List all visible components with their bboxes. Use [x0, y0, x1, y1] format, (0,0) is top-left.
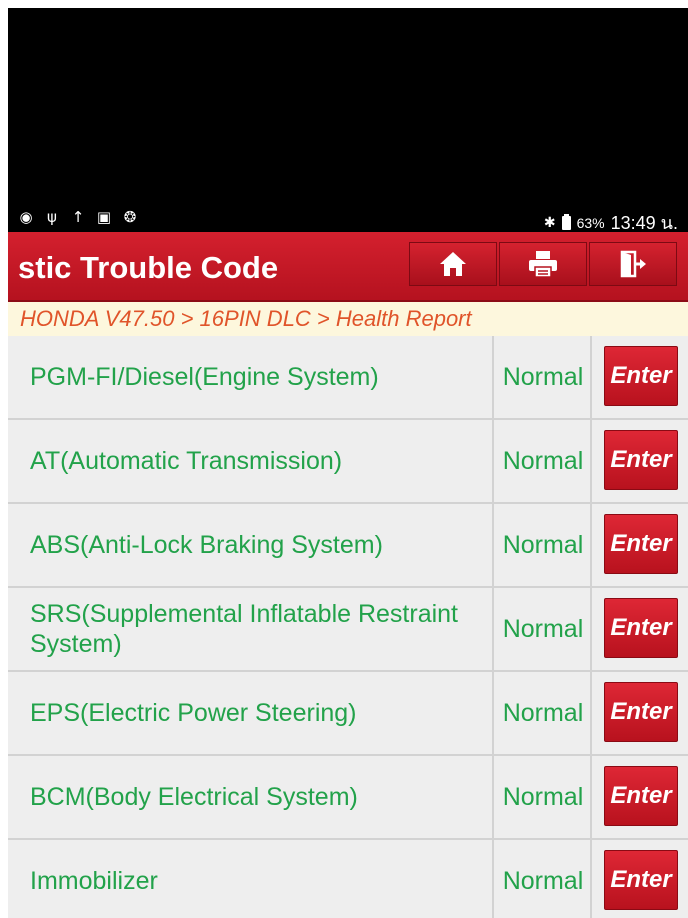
system-row: Immobilizer Normal Enter: [8, 840, 688, 918]
enter-button[interactable]: Enter: [604, 850, 678, 910]
system-row: EPS(Electric Power Steering) Normal Ente…: [8, 672, 688, 756]
system-list: PGM-FI/Diesel(Engine System) Normal Ente…: [8, 336, 688, 918]
system-row: SRS(Supplemental Inflatable Restraint Sy…: [8, 588, 688, 672]
page-title: stic Trouble Code: [18, 250, 279, 285]
title-bar: stic Trouble Code: [8, 232, 688, 302]
bluetooth-icon: ✱: [543, 214, 556, 230]
enter-button[interactable]: Enter: [604, 598, 678, 658]
print-button[interactable]: [499, 242, 587, 286]
enter-button[interactable]: Enter: [604, 682, 678, 742]
system-name: PGM-FI/Diesel(Engine System): [8, 336, 494, 418]
system-status: Normal: [496, 504, 592, 586]
exit-button[interactable]: [589, 242, 677, 286]
chat-icon: ◉: [19, 208, 33, 226]
system-name: ABS(Anti-Lock Braking System): [8, 504, 494, 586]
system-status: Normal: [496, 840, 592, 918]
app-screen: ◉ ψ ↑ ▣ ❂ ✱ 63% 13:49 น. stic Trouble Co…: [8, 8, 688, 918]
system-status: Normal: [496, 420, 592, 502]
status-bar: ◉ ψ ↑ ▣ ❂ ✱ 63% 13:49 น.: [8, 204, 688, 233]
system-name: SRS(Supplemental Inflatable Restraint Sy…: [8, 588, 494, 670]
usb-debug-icon: ψ: [47, 208, 57, 226]
system-status: Normal: [496, 672, 592, 754]
system-name: AT(Automatic Transmission): [8, 420, 494, 502]
battery-percent: 63%: [576, 214, 605, 231]
system-name: Immobilizer: [8, 840, 494, 918]
system-status: Normal: [496, 336, 592, 418]
system-row: AT(Automatic Transmission) Normal Enter: [8, 420, 688, 504]
enter-button[interactable]: Enter: [604, 514, 678, 574]
system-name: BCM(Body Electrical System): [8, 756, 494, 838]
system-name: EPS(Electric Power Steering): [8, 672, 494, 754]
system-status: Normal: [496, 588, 592, 670]
upload-icon: ↑: [71, 208, 85, 226]
enter-button[interactable]: Enter: [604, 346, 678, 406]
breadcrumb: HONDA V47.50 > 16PIN DLC > Health Report: [8, 302, 688, 336]
system-status: Normal: [496, 756, 592, 838]
system-row: ABS(Anti-Lock Braking System) Normal Ent…: [8, 504, 688, 588]
black-area: [8, 8, 688, 204]
home-button[interactable]: [409, 242, 497, 286]
battery-icon: [561, 213, 571, 230]
home-icon: [440, 252, 466, 276]
image-icon: ▣: [96, 208, 112, 226]
bluetooth-status-icon: ❂: [123, 208, 137, 226]
notification-icons: ◉ ψ ↑ ▣ ❂: [18, 208, 138, 226]
system-row: BCM(Body Electrical System) Normal Enter: [8, 756, 688, 840]
system-row: PGM-FI/Diesel(Engine System) Normal Ente…: [8, 336, 688, 420]
exit-icon: [620, 250, 646, 278]
enter-button[interactable]: Enter: [604, 766, 678, 826]
print-icon: [529, 251, 557, 278]
enter-button[interactable]: Enter: [604, 430, 678, 490]
